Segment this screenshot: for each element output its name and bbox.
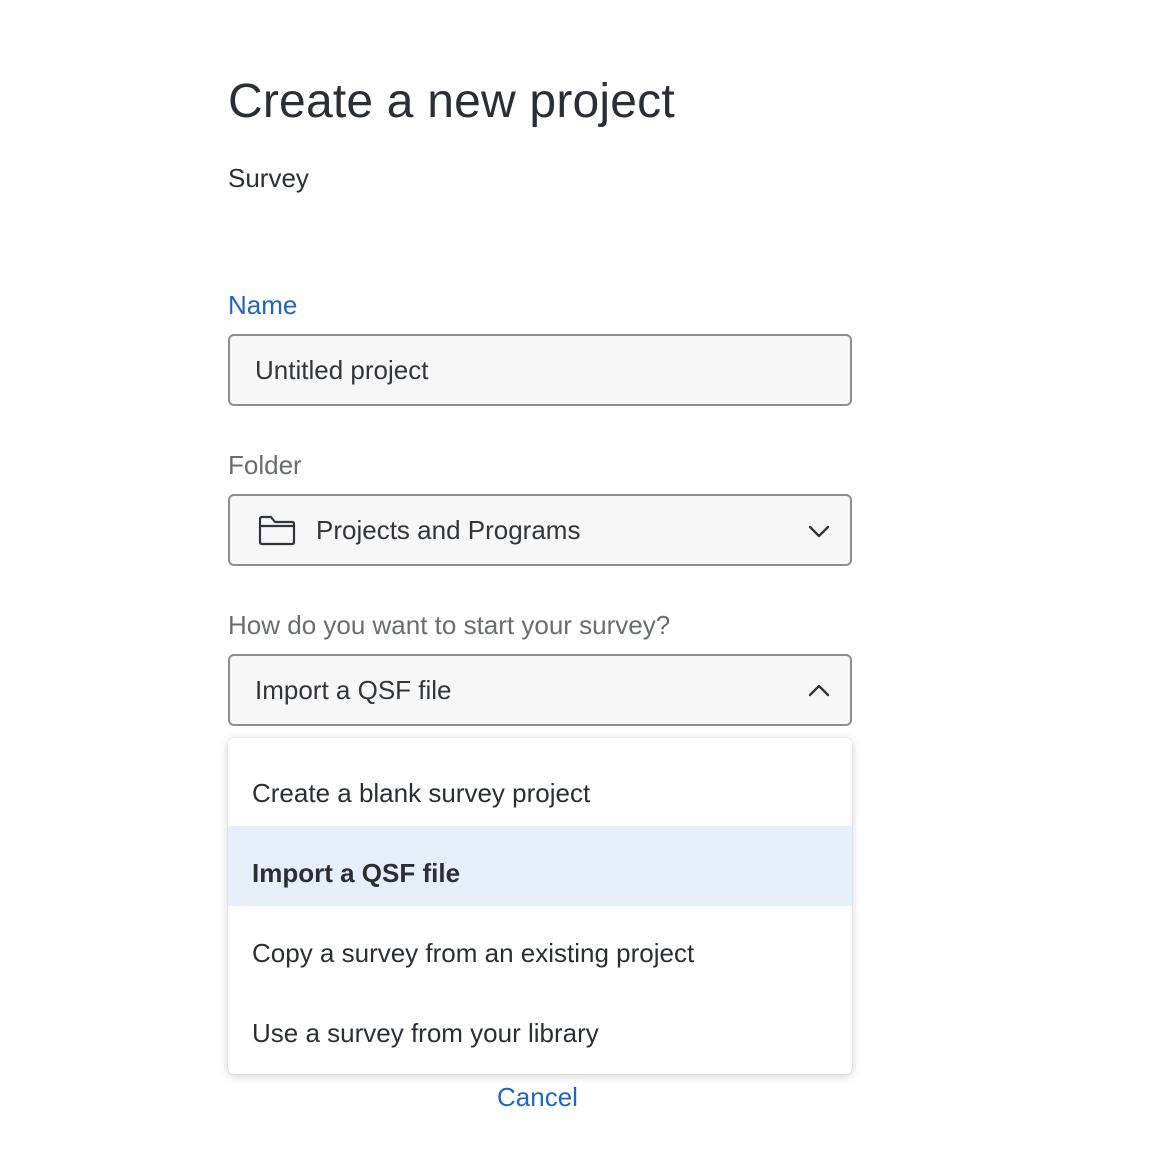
folder-icon (258, 515, 296, 546)
option-copy-existing-survey[interactable]: Copy a survey from an existing project (228, 906, 852, 986)
chevron-down-icon (808, 525, 830, 538)
start-method-dropdown-menu: Create a blank survey project Import a Q… (228, 738, 852, 1074)
cancel-link[interactable]: Cancel (497, 1081, 578, 1113)
start-method-label: How do you want to start your survey? (228, 610, 671, 640)
option-label: Use a survey from your library (252, 1018, 599, 1048)
option-label: Create a blank survey project (252, 778, 591, 808)
project-type-label: Survey (228, 163, 309, 193)
name-input[interactable] (230, 336, 850, 404)
folder-select-value: Projects and Programs (316, 515, 581, 545)
chevron-up-icon (808, 684, 830, 697)
folder-select[interactable]: Projects and Programs (228, 494, 852, 566)
start-method-select[interactable]: Import a QSF file (228, 654, 852, 726)
option-use-library-survey[interactable]: Use a survey from your library (228, 986, 852, 1066)
option-label: Copy a survey from an existing project (252, 938, 695, 968)
option-label: Import a QSF file (252, 858, 461, 888)
folder-label: Folder (228, 450, 302, 480)
start-method-select-value: Import a QSF file (255, 675, 452, 705)
name-field-container (228, 334, 852, 406)
name-label: Name (228, 290, 298, 320)
option-create-blank-survey[interactable]: Create a blank survey project (228, 746, 852, 826)
option-import-qsf-file[interactable]: Import a QSF file (228, 826, 852, 906)
page-title: Create a new project (228, 75, 675, 128)
